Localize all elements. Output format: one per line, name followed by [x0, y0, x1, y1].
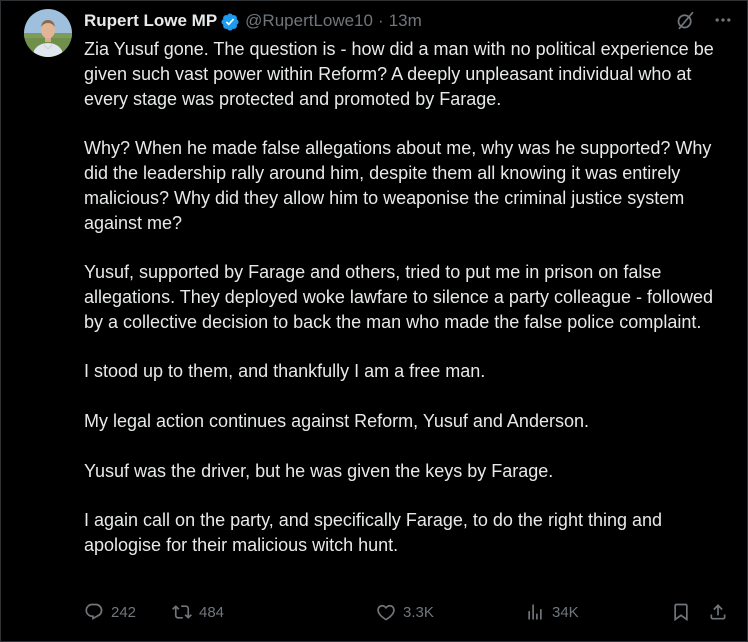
author-display-name[interactable]: Rupert Lowe MP — [84, 11, 217, 31]
author-handle[interactable]: @RupertLowe10 — [245, 11, 373, 31]
tweet-paragraph: I stood up to them, and thankfully I am … — [84, 361, 486, 382]
like-button[interactable]: 3.3K — [376, 599, 434, 625]
avatar-photo — [24, 9, 72, 57]
repost-count: 484 — [199, 603, 225, 621]
tweet-card: Rupert Lowe MP @RupertLowe10 · 13m Zia Y… — [0, 0, 748, 642]
more-icon[interactable] — [712, 9, 734, 31]
tweet-paragraph: My legal action continues against Reform… — [84, 410, 589, 431]
header-actions — [674, 9, 734, 31]
views-chart-icon — [528, 604, 542, 620]
like-count: 3.3K — [403, 603, 434, 621]
tweet-paragraph: Zia Yusuf gone. The question is - how di… — [84, 39, 714, 109]
reply-count: 242 — [111, 603, 137, 621]
reply-button[interactable]: 242 — [84, 599, 136, 625]
views-button[interactable]: 34K — [525, 599, 579, 625]
header-separator: · — [378, 11, 384, 30]
share-button[interactable] — [708, 599, 728, 625]
tweet-timestamp[interactable]: 13m — [389, 11, 422, 31]
repost-button[interactable]: 484 — [172, 599, 224, 625]
grok-icon[interactable] — [674, 9, 696, 31]
share-icon — [710, 604, 726, 620]
reply-icon — [85, 603, 103, 620]
tweet-paragraph: Why? When he made false allegations abou… — [84, 138, 712, 233]
views-count: 34K — [552, 603, 579, 621]
verified-badge-icon — [220, 12, 240, 32]
heart-icon — [377, 604, 395, 621]
author-avatar[interactable] — [24, 9, 72, 57]
repost-icon — [172, 605, 192, 619]
bookmark-button[interactable] — [671, 599, 691, 625]
bookmark-icon — [674, 603, 688, 622]
tweet-header: Rupert Lowe MP @RupertLowe10 · 13m — [84, 9, 734, 33]
tweet-action-bar: 242 484 3.3K 34K — [84, 599, 729, 625]
tweet-text: Zia Yusuf gone. The question is - how di… — [84, 37, 724, 583]
tweet-paragraph: Yusuf was the driver, but he was given t… — [84, 460, 554, 481]
tweet-paragraph: Yusuf, supported by Farage and others, t… — [84, 262, 714, 332]
tweet-paragraph: I again call on the party, and specifica… — [84, 510, 663, 555]
